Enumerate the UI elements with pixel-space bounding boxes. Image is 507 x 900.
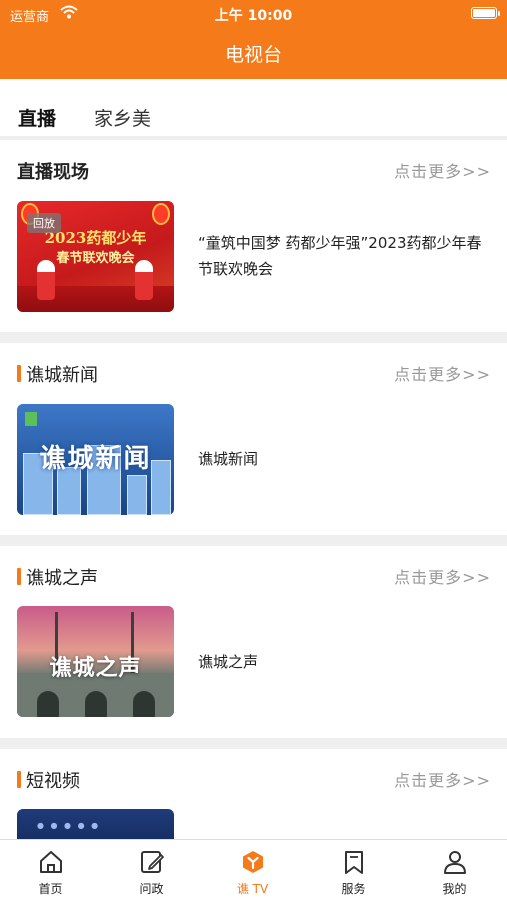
tabbar-label: 服务 [341, 882, 366, 896]
tabbar-service[interactable]: 服务 [303, 840, 404, 900]
section-accent-bar [17, 568, 21, 585]
channel-tabs: 直播 家乡美 [0, 79, 507, 137]
section-short-video: 短视频 点击更多>> ● ● ● ● ● [0, 749, 507, 844]
replay-badge: 回放 [27, 213, 61, 233]
thumbnail-title: 谯城新闻 [39, 444, 152, 474]
app-header: 运营商 上午 10:00 电视台 [0, 0, 507, 79]
tv-hexagon-icon [243, 851, 263, 873]
video-thumbnail[interactable]: 谯城之声 [17, 606, 174, 717]
lantern-decoration [152, 203, 170, 225]
section-live: 直播现场 点击更多>> 2023药都少年 春节联欢晚会 回放 “童筑中国梦 药都… [0, 140, 507, 332]
video-thumbnail[interactable]: 2023药都少年 春节联欢晚会 回放 [17, 201, 174, 312]
gate-graphic [85, 691, 107, 717]
channel-logo-icon [25, 412, 37, 426]
gate-graphic [37, 691, 59, 717]
battery-icon [471, 7, 497, 19]
status-time: 上午 10:00 [214, 8, 293, 24]
bookmark-icon [345, 851, 363, 874]
more-link[interactable]: 点击更多>> [394, 767, 491, 791]
tabbar-tv[interactable]: 谯 TV [202, 840, 303, 900]
tabbar-label: 问政 [139, 882, 164, 896]
edit-icon [141, 851, 164, 873]
thumbnail-pattern: ● ● ● ● ● [37, 821, 101, 830]
page-title: 电视台 [224, 44, 282, 66]
section-title: 短视频 [26, 771, 80, 792]
tab-live[interactable]: 直播 [18, 104, 56, 131]
battery-tip [498, 11, 500, 16]
more-link[interactable]: 点击更多>> [394, 158, 491, 182]
section-title: 谯城新闻 [26, 365, 98, 386]
home-icon [40, 851, 62, 873]
section-news: 谯城新闻 点击更多>> 谯城新闻 谯城新闻 [0, 343, 507, 535]
more-link[interactable]: 点击更多>> [394, 564, 491, 588]
video-title[interactable]: 谯城新闻 [198, 446, 493, 472]
section-accent-bar [17, 771, 21, 788]
thumbnail-title: 谯城之声 [49, 656, 142, 681]
tabbar-label: 谯 TV [236, 882, 269, 896]
video-title[interactable]: “童筑中国梦 药都少年强”2023药都少年春节联欢晚会 [198, 230, 493, 282]
child-figure [37, 260, 55, 300]
section-title: 直播现场 [17, 162, 89, 183]
tab-hometown[interactable]: 家乡美 [94, 104, 151, 131]
tabbar-label: 我的 [442, 882, 467, 896]
tabbar-label: 首页 [38, 882, 63, 896]
tabbar-home[interactable]: 首页 [0, 840, 101, 900]
status-bar: 运营商 上午 10:00 [0, 0, 507, 28]
user-icon [444, 851, 466, 874]
child-figure [135, 260, 153, 300]
section-voice: 谯城之声 点击更多>> 谯城之声 谯城之声 [0, 546, 507, 738]
tabbar-inquiry[interactable]: 问政 [101, 840, 202, 900]
video-title[interactable]: 谯城之声 [198, 649, 493, 675]
building-graphic [127, 475, 147, 515]
section-title: 谯城之声 [26, 568, 98, 589]
tabbar-mine[interactable]: 我的 [404, 840, 505, 900]
more-link[interactable]: 点击更多>> [394, 361, 491, 385]
bottom-tab-bar: 首页 问政 谯 TV 服务 我的 [0, 839, 507, 900]
gate-graphic [133, 691, 155, 717]
section-accent-bar [17, 365, 21, 382]
video-thumbnail[interactable]: 谯城新闻 [17, 404, 174, 515]
